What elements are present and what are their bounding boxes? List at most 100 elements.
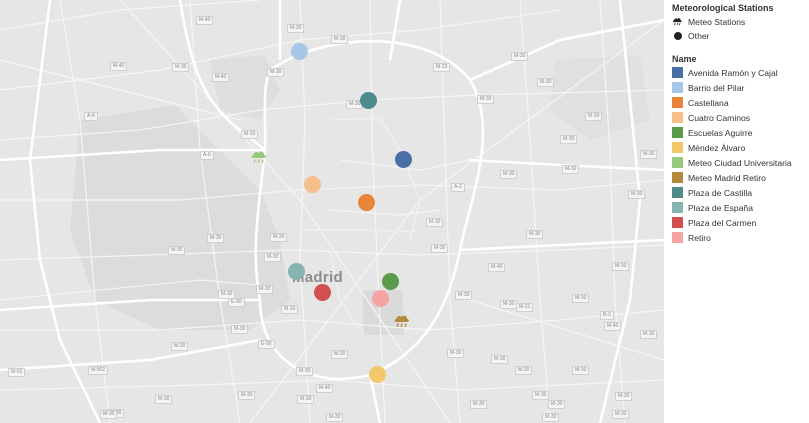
road-label: M-30 bbox=[207, 234, 225, 243]
legend-title-stations: Meteorological Stations bbox=[672, 3, 774, 13]
legend-item[interactable]: Retiro bbox=[672, 231, 711, 244]
station-marker[interactable] bbox=[394, 150, 412, 168]
road-label: M-30 bbox=[526, 230, 544, 239]
road-label: M-30 bbox=[500, 300, 518, 309]
road-label: M-30 bbox=[238, 391, 256, 400]
legend-panel: Meteorological Stations Meteo Stations Ot… bbox=[664, 0, 809, 423]
station-marker[interactable] bbox=[287, 262, 305, 280]
station-marker[interactable] bbox=[290, 42, 308, 60]
legend-swatch bbox=[672, 187, 683, 198]
road-label: M-40 bbox=[604, 322, 622, 331]
legend-item[interactable]: Meteo Ciudad Universitaria bbox=[672, 156, 792, 169]
legend-swatch bbox=[672, 127, 683, 138]
legend-item[interactable]: Plaza de España bbox=[672, 201, 753, 214]
legend-swatch bbox=[672, 97, 683, 108]
legend-item-label: Plaza de Castilla bbox=[688, 187, 753, 198]
legend-item[interactable]: Meteo Stations bbox=[672, 15, 745, 28]
road-label: M-30 bbox=[331, 350, 349, 359]
station-marker[interactable] bbox=[303, 175, 321, 193]
road-label: B-3 bbox=[600, 311, 614, 320]
legend-item-label: Meteo Stations bbox=[688, 16, 746, 27]
legend-item[interactable]: Other bbox=[672, 29, 710, 42]
legend-item[interactable]: Meteo Madrid Retiro bbox=[672, 171, 766, 184]
road-label: M-30 bbox=[331, 35, 349, 44]
station-marker[interactable] bbox=[368, 365, 386, 383]
legend-swatch bbox=[672, 217, 683, 228]
road-label: M-30 bbox=[470, 400, 488, 409]
road-label: M-23 bbox=[433, 63, 451, 72]
road-label: M-30 bbox=[532, 391, 550, 400]
legend-item-label: Plaza de España bbox=[688, 202, 753, 213]
legend-item-label: Meteo Madrid Retiro bbox=[688, 172, 766, 183]
road-label: M-30 bbox=[155, 395, 173, 404]
station-marker[interactable] bbox=[371, 289, 389, 307]
road-label: M-30 bbox=[640, 150, 658, 159]
legend-item[interactable]: Barrio del Pilar bbox=[672, 81, 744, 94]
rain-cloud-icon bbox=[672, 16, 683, 27]
road-label: E-90 bbox=[258, 340, 275, 349]
legend-swatch bbox=[672, 232, 683, 243]
road-label: M-40 bbox=[110, 62, 128, 71]
legend-swatch bbox=[672, 112, 683, 123]
road-label: M-30 bbox=[168, 246, 186, 255]
legend-item-label: Castellana bbox=[688, 97, 729, 108]
road-label: M-502 bbox=[88, 366, 109, 375]
road-label: M-40 bbox=[212, 73, 230, 82]
road-label: M-30 bbox=[297, 395, 315, 404]
road-label: M-30 bbox=[542, 413, 560, 422]
road-label: M-40 bbox=[196, 16, 214, 25]
road-label: M-30 bbox=[287, 24, 305, 33]
legend-item-label: Plaza del Carmen bbox=[688, 217, 757, 228]
road-label: M-30 bbox=[612, 410, 630, 419]
legend-item-label: Avenida Ramón y Cajal bbox=[688, 67, 778, 78]
road-label: M-30 bbox=[640, 330, 658, 339]
legend-item[interactable]: Castellana bbox=[672, 96, 729, 109]
road-label: A-6 bbox=[84, 112, 98, 121]
legend-swatch bbox=[672, 172, 683, 183]
road-label: M-30 bbox=[455, 291, 473, 300]
station-marker[interactable] bbox=[357, 193, 375, 211]
map-background bbox=[0, 0, 664, 423]
road-label: M-30 bbox=[447, 349, 465, 358]
road-label: M-30 bbox=[431, 244, 449, 253]
legend-item[interactable]: Plaza del Carmen bbox=[672, 216, 756, 229]
road-label: M-21 bbox=[516, 303, 534, 312]
road-label: M-30 bbox=[615, 392, 633, 401]
road-label: M-30 bbox=[296, 367, 314, 376]
road-label: M-30 bbox=[515, 366, 533, 375]
road-label: A-2 bbox=[451, 183, 465, 192]
road-label: M-30 bbox=[218, 290, 236, 299]
road-label: M-30 bbox=[585, 112, 603, 121]
road-label: M-30 bbox=[270, 233, 288, 242]
station-marker[interactable] bbox=[313, 283, 331, 301]
road-label: M-30 bbox=[500, 170, 518, 179]
legend-item[interactable]: Escuelas Aguirre bbox=[672, 126, 753, 139]
legend-item[interactable]: Avenida Ramón y Cajal bbox=[672, 66, 778, 79]
station-marker[interactable] bbox=[359, 91, 377, 109]
road-label: M-30 bbox=[267, 68, 285, 77]
road-label: M-30 bbox=[548, 400, 566, 409]
road-label: M-30 bbox=[241, 130, 259, 139]
map-canvas[interactable]: M-40 M-30 M-40 M-30 M-30 M-40 A-6 M-30 A-6 M-30 M-… bbox=[0, 0, 664, 423]
legend-swatch bbox=[672, 67, 683, 78]
meteo-station-marker[interactable] bbox=[250, 150, 268, 164]
legend-swatch bbox=[672, 202, 683, 213]
road-label: M-40 bbox=[488, 263, 506, 272]
station-marker[interactable] bbox=[381, 272, 399, 290]
road-label: M-30 bbox=[231, 325, 249, 334]
legend-item[interactable]: Méndez Álvaro bbox=[672, 141, 745, 154]
road-label: M-30 bbox=[426, 218, 444, 227]
road-label: E-90 bbox=[228, 298, 245, 307]
legend-item[interactable]: Cuatro Caminos bbox=[672, 111, 750, 124]
legend-item-label: Meteo Ciudad Universitaria bbox=[688, 157, 792, 168]
legend-item[interactable]: Plaza de Castilla bbox=[672, 186, 752, 199]
meteo-station-marker[interactable] bbox=[393, 314, 411, 328]
legend-item-label: Other bbox=[688, 30, 710, 41]
road-label: M-40 bbox=[316, 384, 334, 393]
road-label: M-30 bbox=[264, 253, 282, 262]
road-label: M-30 bbox=[562, 165, 580, 174]
legend-swatch bbox=[672, 157, 683, 168]
road-label: M-30 bbox=[256, 285, 274, 294]
legend-title-name: Name bbox=[672, 54, 697, 64]
road-label: M-30 bbox=[572, 366, 590, 375]
